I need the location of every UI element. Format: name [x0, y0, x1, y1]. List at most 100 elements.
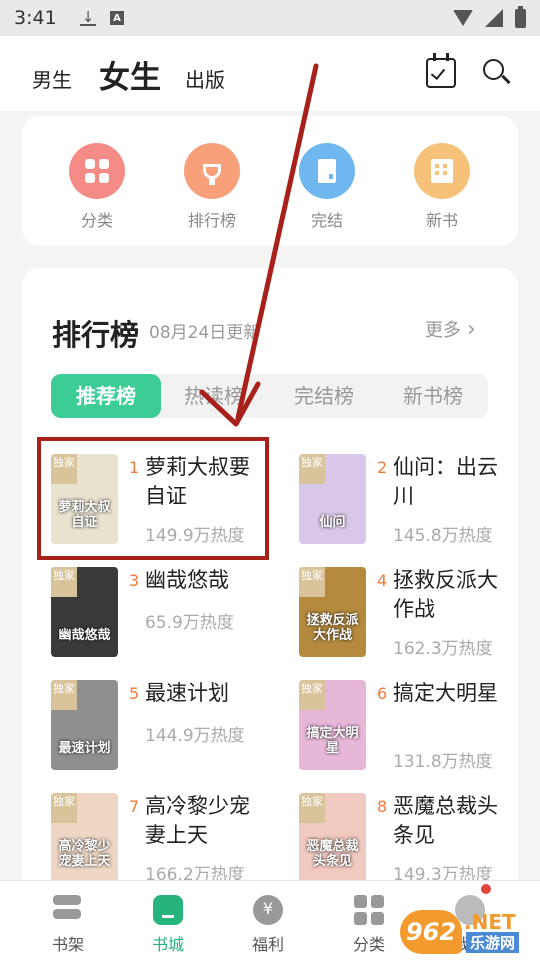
book-title: 仙问：出云川: [393, 455, 498, 508]
cover-title: 恶魔总裁头条见: [306, 839, 359, 869]
rank-number: 3: [129, 571, 140, 590]
tab-recommend[interactable]: 推荐榜: [51, 374, 161, 418]
battery-icon: [515, 5, 526, 28]
book-title: 高冷黎少宠妻上天: [145, 794, 250, 847]
bookstore-icon: [153, 895, 183, 925]
trophy-icon: [184, 143, 240, 199]
quick-link-label: 分类: [80, 211, 113, 230]
rank-number: 5: [129, 684, 140, 703]
book-cover: 独家 拯救反派大作战: [299, 567, 366, 657]
exclusive-badge: 独家: [51, 680, 77, 710]
book-item[interactable]: 独家 幽哉悠哉 3 幽哉悠哉 65.9万热度: [22, 567, 252, 663]
rank-number: 8: [377, 797, 388, 816]
notification-dot: [481, 884, 491, 894]
watermark-suffix: .NET: [464, 910, 516, 934]
nav-label: 书架: [51, 935, 84, 954]
book-heat: 144.9万热度: [145, 726, 245, 746]
download-icon: ↓: [80, 8, 96, 26]
nav-welfare[interactable]: 福利: [238, 895, 298, 955]
quick-link-ranking[interactable]: 排行榜: [177, 143, 247, 231]
building-icon: [414, 143, 470, 199]
quick-links-card: 分类 排行榜 完结 新书: [22, 116, 518, 246]
ranking-tabs: 推荐榜 热读榜 完结榜 新书榜: [51, 374, 488, 418]
book-item[interactable]: 独家 最速计划 5 最速计划 144.9万热度: [22, 680, 252, 776]
book-heat: 145.8万热度: [393, 526, 493, 546]
ranking-updated-date: 08月24日更新: [149, 323, 261, 343]
exclusive-badge: 独家: [299, 793, 325, 823]
signal-icon: [485, 9, 503, 27]
book-heat: 131.8万热度: [393, 752, 493, 772]
book-item[interactable]: 独家 恶魔总裁头条见 8 恶魔总裁头条见 149.3万热度: [270, 793, 500, 889]
exclusive-badge: 独家: [299, 454, 325, 484]
book-item[interactable]: 独家 搞定大明星 6 搞定大明星 131.8万热度: [270, 680, 500, 776]
cover-title: 拯救反派大作战: [306, 613, 359, 643]
cover-title: 高冷黎少宠妻上天: [58, 839, 111, 869]
search-icon[interactable]: [482, 58, 512, 88]
nav-bookshelf[interactable]: 书架: [38, 895, 98, 955]
exclusive-badge: 独家: [299, 680, 325, 710]
rank-number: 2: [377, 458, 388, 477]
quick-link-label: 新书: [425, 211, 458, 230]
top-header: 男生 女生 出版: [0, 36, 540, 111]
watermark-number: 962: [400, 910, 462, 954]
book-item[interactable]: 独家 拯救反派大作战 4 拯救反派大作战 162.3万热度: [270, 567, 500, 663]
nav-label: 书城: [151, 935, 184, 954]
bookshelf-icon: [53, 895, 83, 925]
exclusive-badge: 独家: [51, 793, 77, 823]
grid-icon: [69, 143, 125, 199]
watermark-cn: 乐游网: [466, 932, 520, 953]
book-item[interactable]: 独家 高冷黎少宠妻上天 7 高冷黎少宠妻上天 166.2万热度: [22, 793, 252, 889]
tab-hot-read[interactable]: 热读榜: [159, 374, 269, 418]
wifi-icon: [453, 10, 473, 26]
rank-number: 6: [377, 684, 388, 703]
nav-label: 福利: [251, 935, 284, 954]
tab-male[interactable]: 男生: [32, 64, 72, 93]
quick-link-new[interactable]: 新书: [407, 143, 477, 231]
book-title: 幽哉悠哉: [145, 568, 229, 592]
annotation-highlight-box: [37, 437, 269, 560]
quick-link-label: 完结: [310, 211, 343, 230]
nav-bookstore[interactable]: 书城: [138, 895, 198, 955]
ranking-more-link[interactable]: 更多: [425, 316, 476, 342]
ranking-title: 排行榜: [52, 318, 140, 352]
exclusive-badge: 独家: [51, 567, 77, 597]
book-cover: 独家 最速计划: [51, 680, 118, 770]
quick-link-finished[interactable]: 完结: [292, 143, 362, 231]
book-item[interactable]: 独家 仙问 2 仙问：出云川 145.8万热度: [270, 454, 500, 550]
nav-label: 分类: [352, 935, 385, 954]
book-cover: 独家 恶魔总裁头条见: [299, 793, 366, 883]
book-cover: 独家 高冷黎少宠妻上天: [51, 793, 118, 883]
cover-title: 幽哉悠哉: [58, 628, 111, 643]
tab-finished[interactable]: 完结榜: [269, 374, 379, 418]
book-heat: 162.3万热度: [393, 639, 493, 659]
category-icon: [354, 895, 384, 925]
nav-category[interactable]: 分类: [339, 895, 399, 955]
money-bag-icon: [253, 895, 283, 925]
ranking-card: 排行榜 08月24日更新 更多 推荐榜 热读榜 完结榜 新书榜 独家 萝莉大叔自…: [22, 268, 518, 908]
book-title: 搞定大明星: [393, 681, 498, 705]
cover-title: 搞定大明星: [306, 726, 359, 756]
quick-link-category[interactable]: 分类: [62, 143, 132, 231]
app-notification-icon: A: [110, 11, 124, 25]
book-heat: 65.9万热度: [145, 613, 234, 633]
cover-title: 仙问: [319, 515, 346, 530]
watermark-logo: 962 .NET 乐游网: [400, 910, 536, 954]
rank-number: 4: [377, 571, 388, 590]
checkin-calendar-icon[interactable]: [426, 53, 456, 88]
tab-publish[interactable]: 出版: [185, 64, 225, 93]
book-cover: 独家 幽哉悠哉: [51, 567, 118, 657]
book-cover: 独家 仙问: [299, 454, 366, 544]
tab-female[interactable]: 女生: [99, 52, 161, 97]
status-time: 3:41: [14, 7, 57, 29]
book-cover: 独家 搞定大明星: [299, 680, 366, 770]
quick-link-label: 排行榜: [187, 211, 236, 230]
book-title: 最速计划: [145, 681, 229, 705]
exclusive-badge: 独家: [299, 567, 325, 597]
tab-new-books[interactable]: 新书榜: [378, 374, 488, 418]
book-title: 拯救反派大作战: [393, 568, 498, 621]
book-title: 恶魔总裁头条见: [393, 794, 498, 847]
rank-number: 7: [129, 797, 140, 816]
cover-title: 最速计划: [58, 741, 111, 756]
book-icon: [299, 143, 355, 199]
status-bar: 3:41 ↓ A: [0, 0, 540, 36]
